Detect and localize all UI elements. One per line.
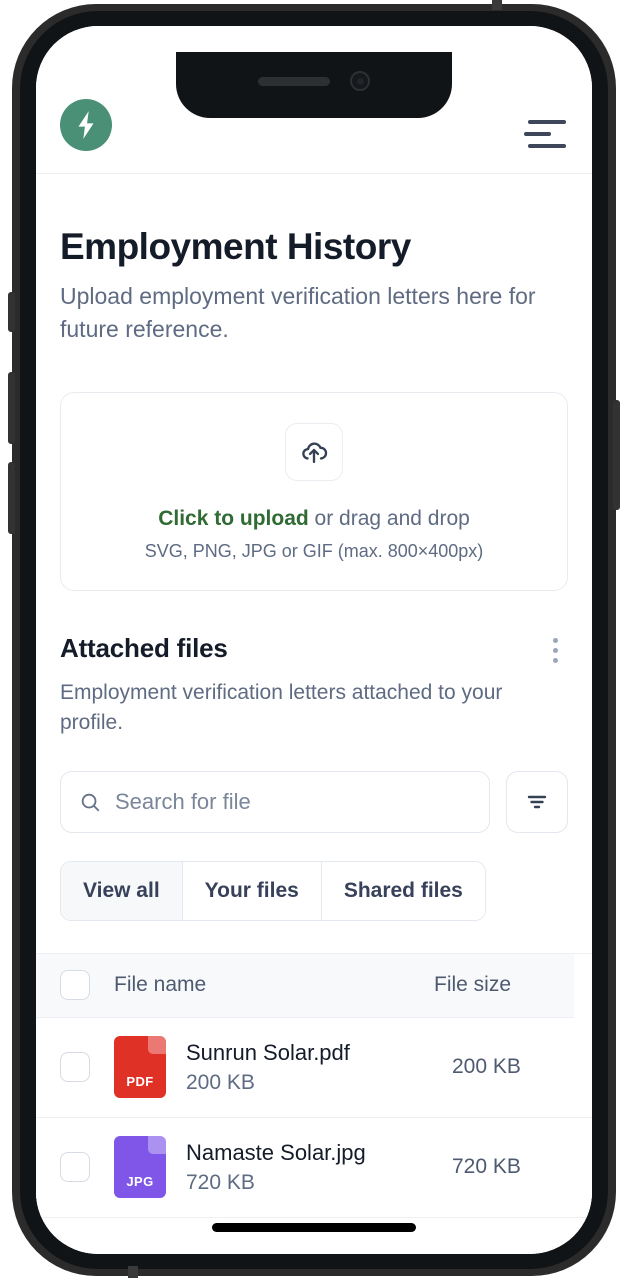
files-table: File name File size PDF Sunrun Solar.pdf… <box>36 952 592 1254</box>
select-all-checkbox[interactable] <box>60 970 90 1001</box>
file-size-cell: 200 KB <box>452 1055 521 1079</box>
file-corner-fold <box>148 1136 166 1155</box>
row-checkbox[interactable] <box>60 1052 90 1083</box>
kebab-dot-1 <box>552 638 558 644</box>
attached-files-subtitle: Employment verification letters attached… <box>60 680 503 735</box>
page-subtitle: Upload employment verification letters h… <box>60 283 536 343</box>
attached-files-header: Attached files <box>60 633 568 666</box>
volume-down-button[interactable] <box>8 462 15 534</box>
brand-logo[interactable] <box>60 99 112 151</box>
file-meta: Namaste Solar.jpg 720 KB <box>186 1139 452 1196</box>
file-size-cell: 720 KB <box>452 1155 521 1179</box>
upload-icon-container <box>285 422 343 481</box>
page-header-block: Employment History Upload employment ver… <box>36 174 592 346</box>
home-indicator[interactable] <box>212 1223 416 1232</box>
click-to-upload-link[interactable]: Click to upload <box>158 507 309 530</box>
antenna-line-top <box>492 0 502 10</box>
kebab-dot-3 <box>552 658 558 664</box>
file-meta: Sunrun Solar.pdf 200 KB <box>186 1039 452 1096</box>
file-name: Sunrun Solar.pdf <box>186 1039 350 1065</box>
tab-view-all[interactable]: View all <box>61 861 183 920</box>
search-icon <box>81 793 100 811</box>
page-scroll-area[interactable]: Employment History Upload employment ver… <box>36 174 592 1254</box>
file-size-sub: 200 KB <box>186 1071 255 1095</box>
filter-lines-icon <box>527 795 547 808</box>
table-row[interactable]: PDF Sunrun Solar.pdf 200 KB 200 KB <box>36 1017 592 1118</box>
tab-shared-files[interactable]: Shared files <box>321 861 485 920</box>
file-name: Namaste Solar.jpg <box>186 1139 366 1165</box>
table-header-row: File name File size <box>36 953 574 1018</box>
device-stage: Employment History Upload employment ver… <box>0 0 628 1280</box>
front-camera-icon <box>350 71 370 91</box>
row-checkbox[interactable] <box>60 1152 90 1183</box>
attached-files-title: Attached files <box>60 632 228 663</box>
mute-switch-button[interactable] <box>8 292 15 332</box>
phone-notch <box>176 52 452 118</box>
app-viewport: Employment History Upload employment ver… <box>36 26 592 1254</box>
drag-drop-text: or drag and drop <box>308 506 470 530</box>
column-header-file-name[interactable]: File name <box>114 973 434 997</box>
volume-up-button[interactable] <box>8 372 15 444</box>
file-upload-dropzone[interactable]: Click to upload or drag and drop SVG, PN… <box>60 391 568 591</box>
dropzone-primary-text: Click to upload or drag and drop <box>77 507 551 531</box>
search-input[interactable] <box>115 788 471 815</box>
hamburger-line-top <box>528 120 566 124</box>
power-button[interactable] <box>613 400 620 510</box>
filter-button[interactable] <box>506 770 568 833</box>
table-row[interactable]: JPG Namaste Solar.jpg 720 KB 720 KB <box>36 1117 592 1218</box>
jpg-file-icon: JPG <box>114 1136 166 1199</box>
file-size-sub: 720 KB <box>186 1171 255 1195</box>
page-title: Employment History <box>60 226 411 267</box>
pdf-file-icon: PDF <box>114 1036 166 1099</box>
hamburger-line-middle <box>524 132 551 136</box>
column-header-file-size[interactable]: File size <box>434 973 574 997</box>
cloud-upload-icon <box>302 442 328 463</box>
hamburger-line-bottom <box>528 144 566 148</box>
file-corner-fold <box>148 1036 166 1055</box>
dropzone-format-hint: SVG, PNG, JPG or GIF (max. 800×400px) <box>144 540 484 561</box>
phone-screen: Employment History Upload employment ver… <box>36 26 592 1254</box>
antenna-line-bottom <box>128 1266 138 1278</box>
kebab-dot-2 <box>552 648 558 654</box>
search-box[interactable] <box>60 770 490 833</box>
hamburger-menu-button[interactable] <box>524 117 568 151</box>
file-filter-tabs: View all Your files Shared files <box>60 860 486 921</box>
search-filter-row <box>60 770 568 833</box>
kebab-menu-button[interactable] <box>542 636 568 666</box>
file-extension-label: JPG <box>126 1174 154 1190</box>
tab-your-files[interactable]: Your files <box>182 861 322 920</box>
earpiece-speaker <box>258 76 330 86</box>
lightning-bolt-icon <box>78 111 94 139</box>
file-extension-label: PDF <box>126 1074 154 1090</box>
